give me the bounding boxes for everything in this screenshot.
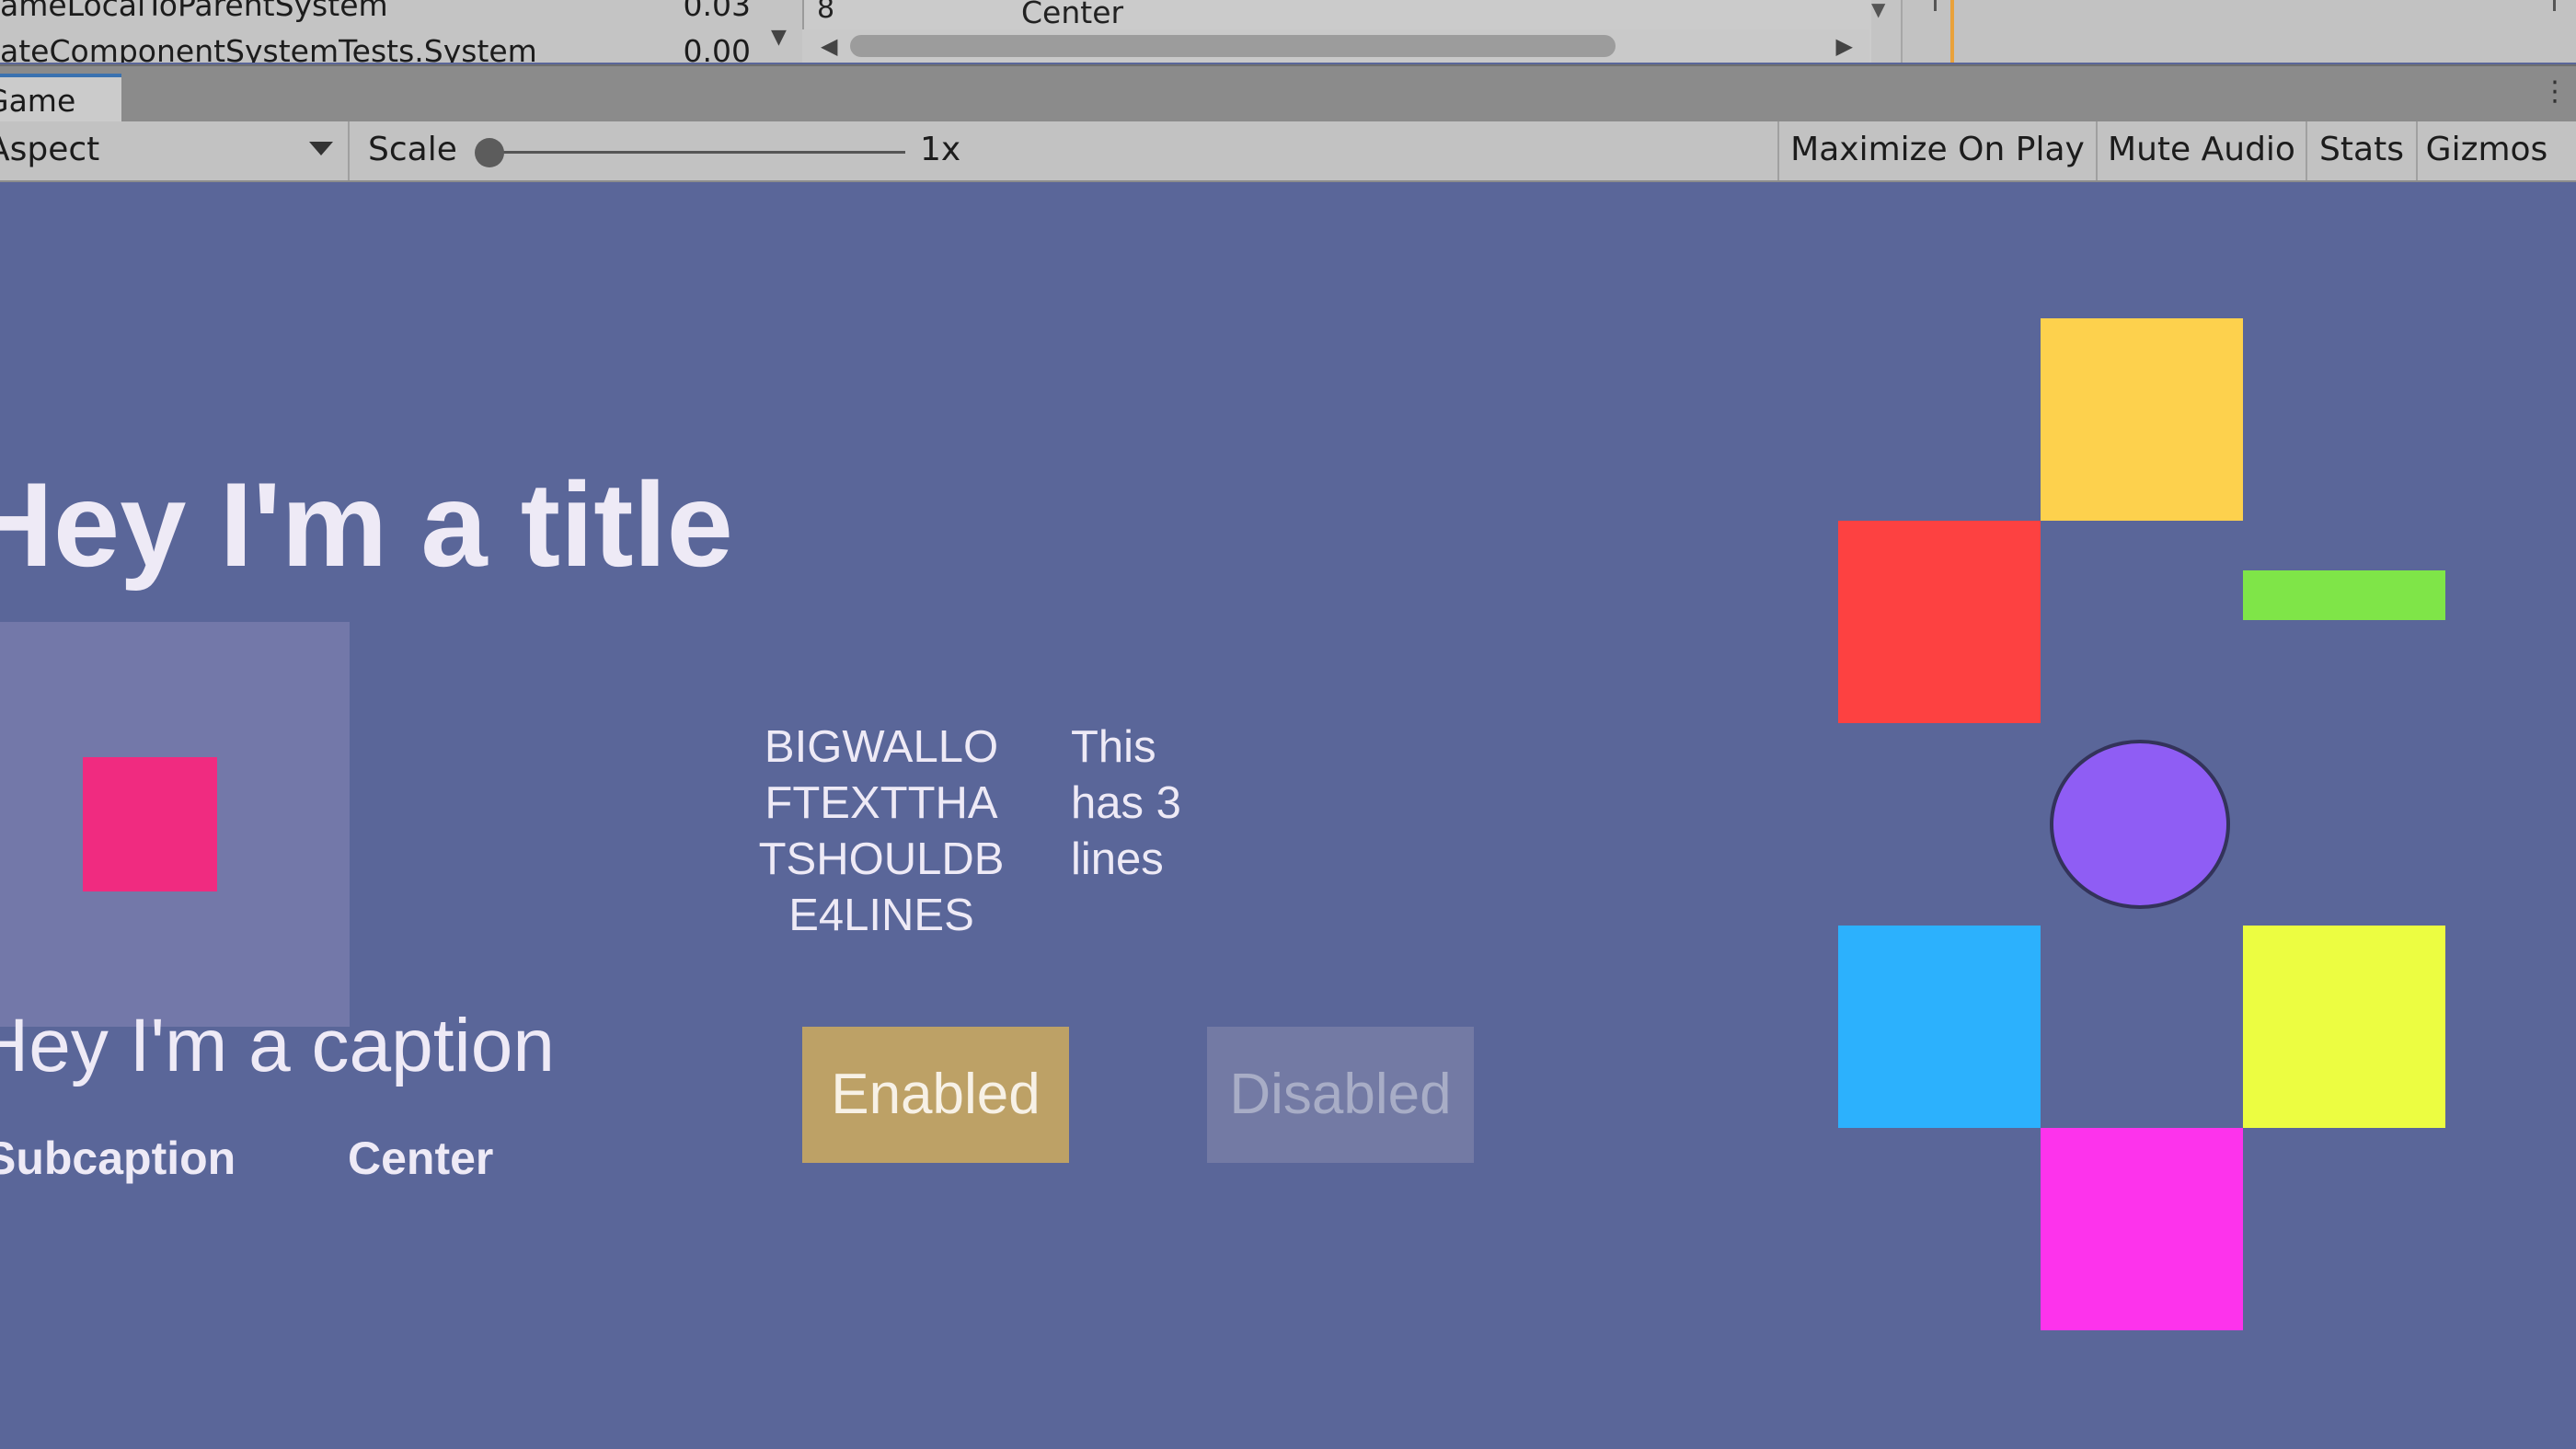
disabled-button: Disabled <box>1207 1027 1474 1163</box>
magenta-square <box>2041 1128 2243 1330</box>
scale-value: 1x <box>920 131 961 168</box>
more-options-icon[interactable]: ⋮ <box>2541 75 2569 108</box>
profiler-panel: ameLocalToParentSystem 0.03 ateComponent… <box>0 0 2576 63</box>
tab-game[interactable]: Game <box>0 74 121 127</box>
timeline-marker[interactable] <box>1950 0 1954 63</box>
maximize-on-play-button[interactable]: Maximize On Play <box>1777 121 2096 180</box>
game-caption: Hey I'm a caption <box>0 1004 555 1087</box>
profiler-row-value: 0.00 <box>683 33 751 63</box>
scale-slider-handle[interactable] <box>475 138 504 167</box>
stats-button[interactable]: Stats <box>2306 121 2416 180</box>
profiler-timeline[interactable] <box>1901 0 2576 63</box>
purple-circle <box>2050 740 2230 909</box>
tab-bar: Game ⋮ <box>0 64 2576 127</box>
scroll-right-icon[interactable]: ▶ <box>1836 33 1853 59</box>
lime-square <box>2243 926 2445 1128</box>
red-square <box>1838 521 2041 723</box>
scale-slider-track[interactable] <box>478 151 905 154</box>
tab-game-label: Game <box>0 83 76 119</box>
scrollbar-thumb[interactable] <box>850 35 1616 57</box>
dropdown-arrow-icon <box>309 142 333 155</box>
pink-square <box>83 757 217 891</box>
chevron-down-icon[interactable]: ▼ <box>1871 0 1885 20</box>
profiler-row-value: 0.03 <box>683 0 751 23</box>
scale-label: Scale <box>368 131 457 168</box>
timeline-tick <box>2553 0 2556 11</box>
green-bar <box>2243 570 2445 620</box>
three-line-text: This has 3 lines <box>1071 722 1181 884</box>
enabled-button[interactable]: Enabled <box>802 1027 1069 1163</box>
blue-square <box>1838 926 2041 1128</box>
profiler-row-name: ameLocalToParentSystem <box>0 0 388 23</box>
game-title: Hey I'm a title <box>0 457 733 592</box>
profiler-row-name: ateComponentSystemTests.System <box>0 33 537 63</box>
detail-number: 8 <box>817 0 835 25</box>
aspect-dropdown[interactable]: Aspect <box>0 121 350 180</box>
game-toolbar: Aspect Scale 1x Maximize On Play Mute Au… <box>0 121 2576 182</box>
yellow-square <box>2041 318 2243 521</box>
wrapped-text-block: BIGWALLO FTEXTTHA TSHOULDB E4LINES <box>758 722 1005 940</box>
center-label: Center <box>348 1133 494 1184</box>
horizontal-scrollbar[interactable]: ◀ ▶ <box>802 29 1869 63</box>
scroll-down-icon[interactable]: ▼ <box>771 26 787 49</box>
detail-label: Center <box>1021 0 1124 30</box>
timeline-tick <box>1934 0 1937 11</box>
game-subcaption: Subcaption <box>0 1133 236 1184</box>
gizmos-button[interactable]: Gizmos <box>2416 121 2556 180</box>
scroll-left-icon[interactable]: ◀ <box>821 33 837 59</box>
aspect-label: Aspect <box>0 131 100 168</box>
mute-audio-button[interactable]: Mute Audio <box>2096 121 2306 180</box>
